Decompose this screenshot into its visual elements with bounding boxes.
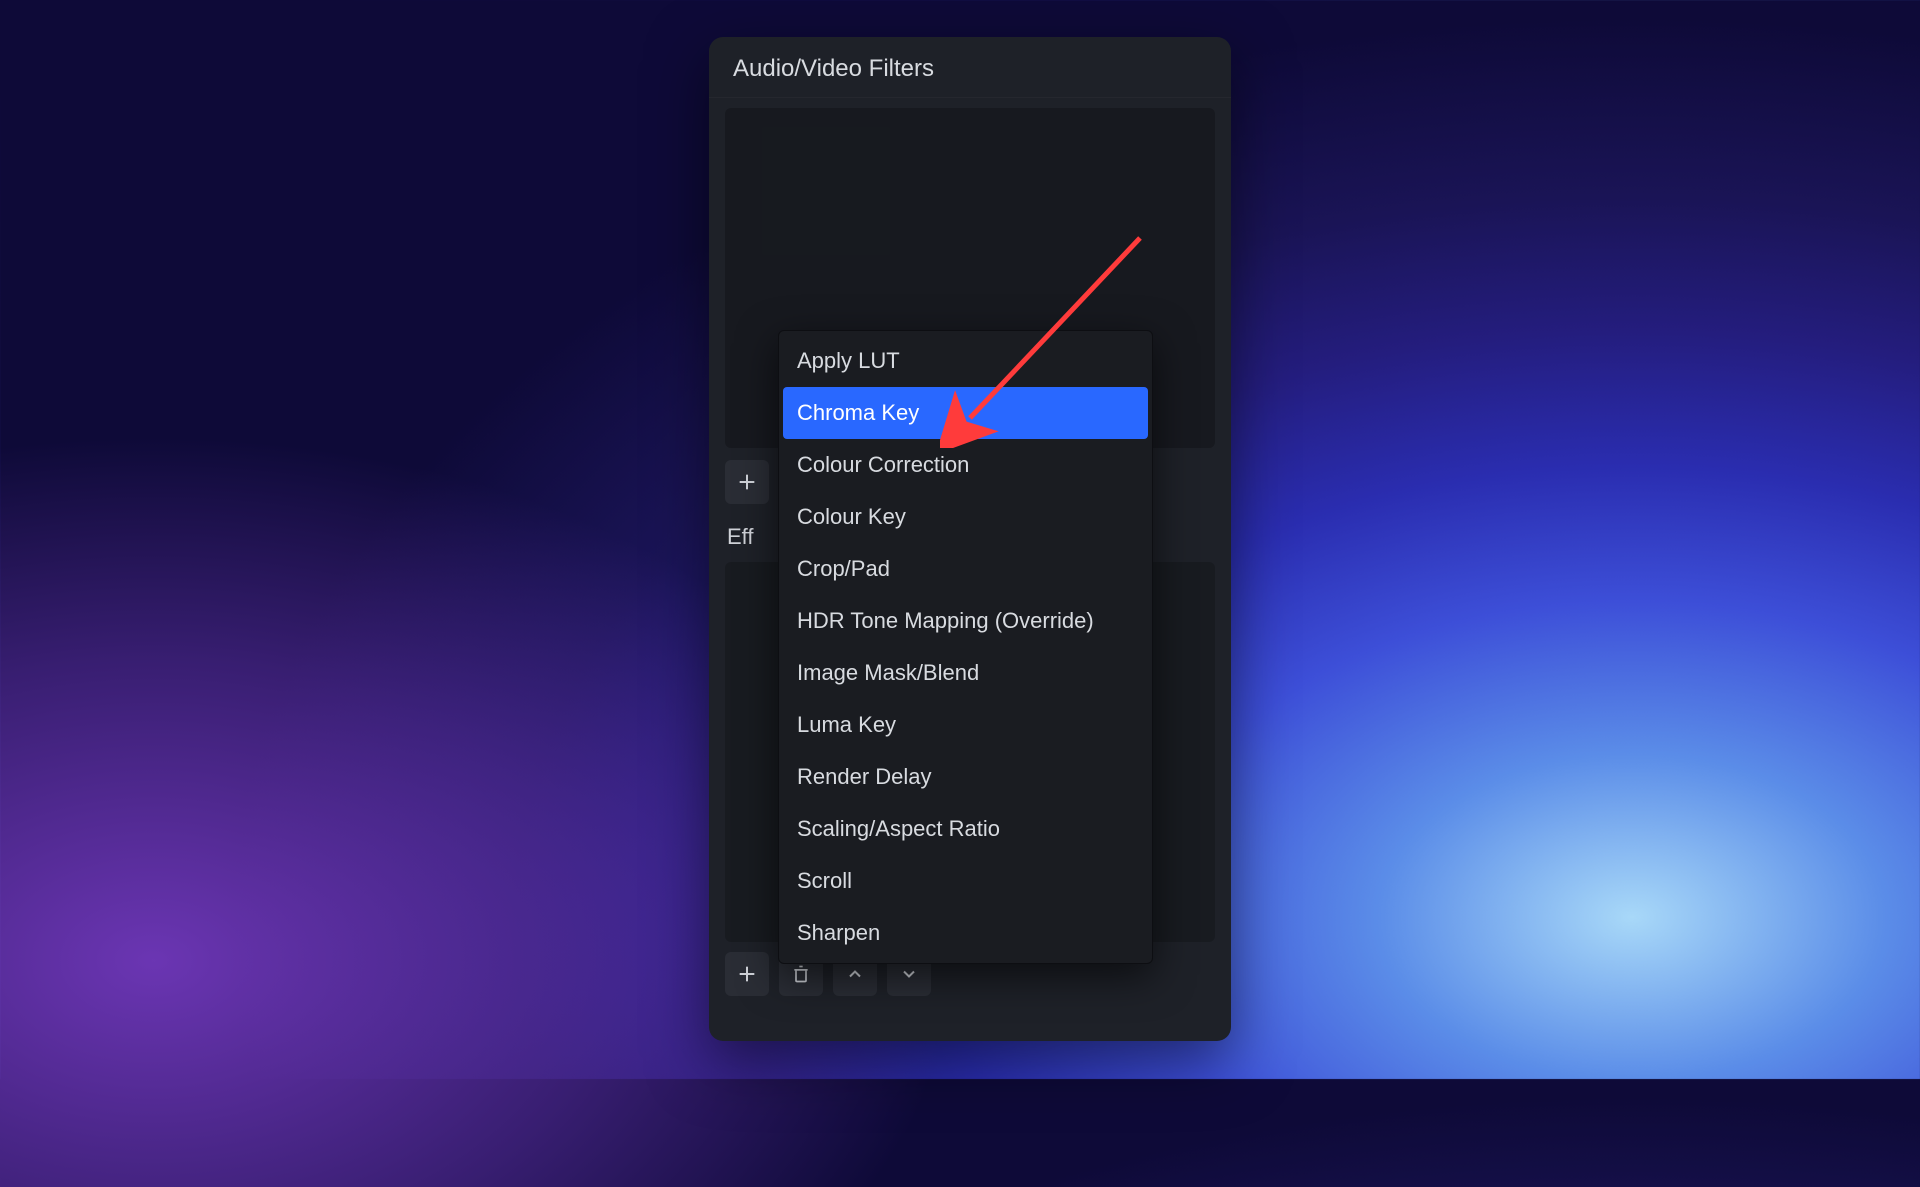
add-audio-filter-button[interactable] xyxy=(725,460,769,504)
menu-item-colour-key[interactable]: Colour Key xyxy=(783,491,1148,543)
menu-item-chroma-key[interactable]: Chroma Key xyxy=(783,387,1148,439)
menu-item-apply-lut[interactable]: Apply LUT xyxy=(783,335,1148,387)
plus-icon xyxy=(736,963,758,985)
menu-item-render-delay[interactable]: Render Delay xyxy=(783,751,1148,803)
menu-item-sharpen[interactable]: Sharpen xyxy=(783,907,1148,959)
menu-item-crop-pad[interactable]: Crop/Pad xyxy=(783,543,1148,595)
plus-icon xyxy=(736,471,758,493)
trash-icon xyxy=(791,964,811,984)
chevron-down-icon xyxy=(899,964,919,984)
add-effect-filter-button[interactable] xyxy=(725,952,769,996)
menu-item-scaling-aspect-ratio[interactable]: Scaling/Aspect Ratio xyxy=(783,803,1148,855)
panel-title: Audio/Video Filters xyxy=(709,37,1231,98)
menu-item-image-mask-blend[interactable]: Image Mask/Blend xyxy=(783,647,1148,699)
filter-type-menu[interactable]: Apply LUTChroma KeyColour CorrectionColo… xyxy=(778,330,1153,964)
menu-item-scroll[interactable]: Scroll xyxy=(783,855,1148,907)
menu-item-hdr-tone-mapping-override[interactable]: HDR Tone Mapping (Override) xyxy=(783,595,1148,647)
menu-item-luma-key[interactable]: Luma Key xyxy=(783,699,1148,751)
chevron-up-icon xyxy=(845,964,865,984)
menu-item-colour-correction[interactable]: Colour Correction xyxy=(783,439,1148,491)
